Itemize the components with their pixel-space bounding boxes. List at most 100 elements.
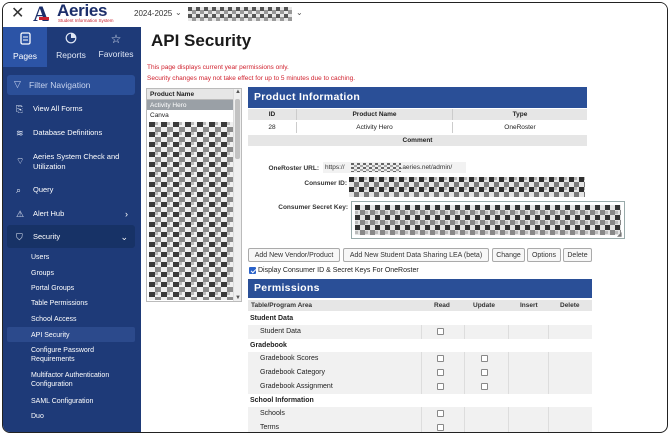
read-checkbox[interactable]: [437, 369, 444, 376]
column-delete: Delete: [560, 302, 580, 309]
read-checkbox[interactable]: [437, 328, 444, 335]
tab-reports[interactable]: Reports: [49, 27, 93, 67]
sidebar-subitem-portal-groups[interactable]: Portal Groups: [31, 284, 135, 293]
consumer-secret-label: Consumer Secret Key:: [278, 204, 348, 211]
column-table-program-area: Table/Program Area: [251, 302, 313, 309]
product-list-item[interactable]: Canva: [147, 110, 241, 120]
tab-pages[interactable]: Pages: [3, 27, 47, 67]
comment-label: Comment: [402, 137, 433, 144]
divider: [548, 325, 549, 339]
permission-item-label: Terms: [260, 424, 280, 431]
school-select-redacted[interactable]: [188, 7, 292, 21]
sidebar-tabs: Pages Reports ☆ Favorites: [3, 27, 141, 67]
tab-favorites[interactable]: ☆ Favorites: [94, 27, 138, 67]
permission-row: Gradebook Scores: [248, 352, 592, 366]
oneroster-url-label: OneRoster URL:: [268, 165, 319, 172]
add-lea-button[interactable]: Add New Student Data Sharing LEA (beta): [343, 248, 489, 262]
sidebar-subitem-multifactor[interactable]: Multifactor Authentication Configuration: [31, 371, 135, 389]
chevron-down-icon[interactable]: ⌄: [296, 8, 303, 17]
scroll-thumb[interactable]: [235, 99, 240, 159]
scroll-up-icon[interactable]: ▲: [235, 89, 241, 95]
read-checkbox[interactable]: [437, 383, 444, 390]
update-checkbox[interactable]: [481, 369, 488, 376]
sidebar-subitem-school-access[interactable]: School Access: [31, 315, 135, 324]
permission-item-label: Gradebook Category: [260, 369, 325, 376]
permission-group-label: School Information: [250, 397, 314, 404]
divider: [548, 366, 549, 380]
product-id-value: 28: [268, 124, 276, 131]
divider: [464, 325, 465, 339]
resize-handle-icon[interactable]: ◢: [617, 231, 622, 238]
database-icon: ≋: [16, 128, 24, 138]
sidebar-subitem-users[interactable]: Users: [31, 253, 135, 262]
read-checkbox[interactable]: [437, 410, 444, 417]
add-vendor-button[interactable]: Add New Vendor/Product: [248, 248, 340, 262]
product-list-scrollbar[interactable]: ▲ ▼: [233, 89, 241, 301]
options-button[interactable]: Options: [527, 248, 561, 262]
sidebar-item-security-row[interactable]: ⛉ Security ⌄: [3, 232, 141, 242]
sidebar-subitem-duo[interactable]: Duo: [31, 412, 135, 421]
product-info-column-headers: ID Product Name Type: [248, 109, 587, 120]
column-update: Update: [473, 302, 496, 309]
comment-header: Comment: [248, 135, 587, 146]
divider: [508, 366, 509, 380]
permission-item-label: Student Data: [260, 328, 301, 335]
read-checkbox[interactable]: [437, 424, 444, 431]
divider: [421, 407, 422, 421]
permission-row: Gradebook Assignment: [248, 380, 592, 394]
sidebar-subitem-groups[interactable]: Groups: [31, 269, 135, 278]
reports-icon: [49, 32, 93, 47]
permission-group-row: School Information: [248, 394, 592, 408]
display-keys-checkbox[interactable]: [249, 267, 256, 274]
sidebar-item-label: Security: [33, 232, 61, 241]
sidebar-item-system-check[interactable]: ⌔ Aeries System Check and Utilization: [3, 152, 141, 172]
oneroster-url-start: https://: [325, 164, 345, 171]
divider: [421, 325, 422, 339]
read-checkbox[interactable]: [437, 355, 444, 362]
chevron-down-icon[interactable]: ⌄: [175, 8, 182, 17]
update-checkbox[interactable]: [481, 355, 488, 362]
close-icon[interactable]: ✕: [11, 6, 24, 22]
oneroster-url-redacted: [351, 163, 401, 172]
tab-favorites-label: Favorites: [98, 49, 134, 59]
product-list-item[interactable]: Activity Hero: [147, 100, 241, 110]
page-title: API Security: [151, 31, 252, 50]
product-list[interactable]: Product Name Activity Hero Canva ▲ ▼: [146, 88, 242, 302]
consumer-secret-redacted: [355, 205, 621, 235]
permissions-column-headers: Table/Program Area Read Update Insert De…: [248, 300, 592, 311]
sidebar-item-database-definitions[interactable]: ≋ Database Definitions: [3, 128, 141, 138]
divider: [508, 325, 509, 339]
sidebar-item-label: Database Definitions: [33, 128, 103, 137]
product-name-value: Activity Hero: [356, 124, 393, 131]
sidebar-subitem-saml[interactable]: SAML Configuration: [31, 397, 135, 406]
change-button[interactable]: Change: [492, 248, 525, 262]
sidebar-subitem-password-requirements[interactable]: Configure Password Requirements: [31, 346, 135, 364]
update-checkbox[interactable]: [481, 383, 488, 390]
divider: [548, 380, 549, 394]
tab-reports-label: Reports: [56, 50, 86, 60]
divider: [421, 352, 422, 366]
divider: [508, 352, 509, 366]
warning-caching: Security changes may not take effect for…: [147, 75, 355, 82]
sidebar-item-alert-hub[interactable]: ⚠ Alert Hub ›: [3, 209, 141, 219]
sidebar-subitem-api-security[interactable]: API Security: [31, 331, 135, 340]
chevron-right-icon: ›: [125, 209, 128, 219]
warning-current-year: This page displays current year permissi…: [147, 64, 289, 71]
filter-navigation-input[interactable]: ▽ Filter Navigation: [7, 75, 135, 95]
permission-row: Gradebook Category: [248, 366, 592, 380]
permissions-header: Permissions: [248, 279, 592, 298]
product-type-value: OneRoster: [504, 124, 536, 131]
divider: [508, 380, 509, 394]
top-bar: ✕ A Aeries Student Information System 20…: [3, 3, 667, 27]
sidebar-subitem-table-permissions[interactable]: Table Permissions: [31, 299, 135, 308]
column-insert: Insert: [520, 302, 538, 309]
sidebar-item-view-all-forms[interactable]: ⎘ View All Forms: [3, 104, 141, 114]
alert-hub-icon: ⚠: [16, 209, 25, 219]
scroll-down-icon[interactable]: ▼: [235, 295, 241, 301]
permission-item-label: Gradebook Assignment: [260, 383, 333, 390]
school-year-select[interactable]: 2024-2025: [134, 9, 172, 18]
permission-item-label: Schools: [260, 410, 285, 417]
delete-button[interactable]: Delete: [563, 248, 592, 262]
product-information-header: Product Information: [248, 87, 587, 108]
sidebar-item-query[interactable]: ⌕ Query: [3, 185, 141, 195]
